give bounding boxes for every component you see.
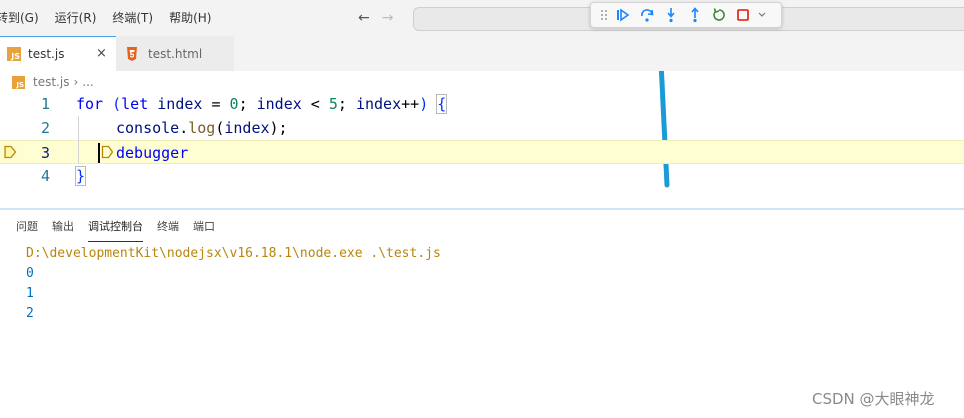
panel-tab-bar: 问题 输出 调试控制台 终端 端口 — [0, 212, 223, 242]
line-number: 4 — [40, 167, 50, 185]
breadcrumb-file[interactable]: test.js — [33, 75, 69, 89]
js-file-icon: JS — [7, 47, 21, 61]
code-text: for (let index = 0; index < 5; index++) … — [76, 94, 448, 114]
restart-icon[interactable] — [707, 4, 731, 26]
menu-terminal[interactable]: 终端(T) — [112, 0, 153, 36]
tab-output[interactable]: 输出 — [52, 213, 74, 241]
code-line: 2 console.log(index); — [0, 116, 964, 140]
back-arrow-icon[interactable]: ← — [358, 10, 370, 26]
navigation-arrows: ← → — [358, 0, 393, 36]
code-line: 1 for (let index = 0; index < 5; index++… — [0, 92, 964, 116]
js-file-icon: JS — [12, 75, 25, 89]
title-bar: 转到(G) 运行(R) 终端(T) 帮助(H) ← → — [0, 0, 964, 36]
forward-arrow-icon[interactable]: → — [382, 10, 394, 26]
line-number: 1 — [40, 95, 50, 113]
tab-test-html[interactable]: test.html — [116, 36, 234, 71]
step-into-icon[interactable] — [659, 4, 683, 26]
console-output-line: 1 — [26, 286, 34, 301]
watermark: CSDN @大眼神龙 — [812, 390, 935, 408]
stop-icon[interactable] — [731, 4, 755, 26]
step-out-icon[interactable] — [683, 4, 707, 26]
code-text: debugger — [116, 144, 189, 162]
execution-pointer-icon[interactable] — [3, 145, 17, 159]
step-over-icon[interactable] — [635, 4, 659, 26]
menu-goto[interactable]: 转到(G) — [0, 0, 39, 36]
tab-label: test.js — [28, 47, 65, 61]
text-cursor — [98, 143, 100, 163]
tab-ports[interactable]: 端口 — [193, 213, 215, 241]
tab-problems[interactable]: 问题 — [16, 213, 38, 241]
line-number: 2 — [40, 119, 50, 137]
code-text: console.log(index); — [116, 119, 288, 137]
panel-divider[interactable] — [0, 208, 964, 210]
menu-bar: 转到(G) 运行(R) 终端(T) 帮助(H) — [0, 0, 227, 36]
menu-help[interactable]: 帮助(H) — [169, 0, 211, 36]
tab-debug-console[interactable]: 调试控制台 — [88, 213, 143, 242]
chevron-down-icon[interactable] — [755, 4, 769, 26]
close-icon[interactable]: × — [96, 46, 107, 61]
breadcrumb-separator: › — [73, 75, 79, 89]
console-output-line: 2 — [26, 306, 34, 321]
code-text: } — [74, 166, 87, 186]
drag-handle-icon[interactable] — [597, 4, 611, 26]
indent-guide — [78, 116, 79, 164]
debug-toolbar — [590, 2, 782, 28]
line-number: 3 — [40, 144, 50, 162]
code-editor[interactable]: 1 for (let index = 0; index < 5; index++… — [0, 92, 964, 208]
current-execution-line: 3 debugger — [0, 140, 964, 164]
inline-breakpoint-icon[interactable] — [101, 145, 114, 159]
tab-test-js[interactable]: JS test.js × — [0, 36, 116, 71]
html5-file-icon — [126, 46, 138, 61]
console-command-line: D:\developmentKit\nodejsx\v16.18.1\node.… — [26, 246, 441, 261]
continue-icon[interactable] — [611, 4, 635, 26]
tab-terminal[interactable]: 终端 — [157, 213, 179, 241]
breadcrumb-rest[interactable]: ... — [82, 75, 93, 89]
menu-run[interactable]: 运行(R) — [55, 0, 97, 36]
console-output-line: 0 — [26, 266, 34, 281]
code-line: 4 } — [0, 164, 964, 188]
breadcrumb: JS test.js › ... — [12, 72, 94, 92]
tab-label: test.html — [148, 46, 203, 61]
editor-tab-bar: JS test.js × test.html — [0, 36, 964, 71]
debug-console-output[interactable]: D:\developmentKit\nodejsx\v16.18.1\node.… — [26, 244, 441, 324]
